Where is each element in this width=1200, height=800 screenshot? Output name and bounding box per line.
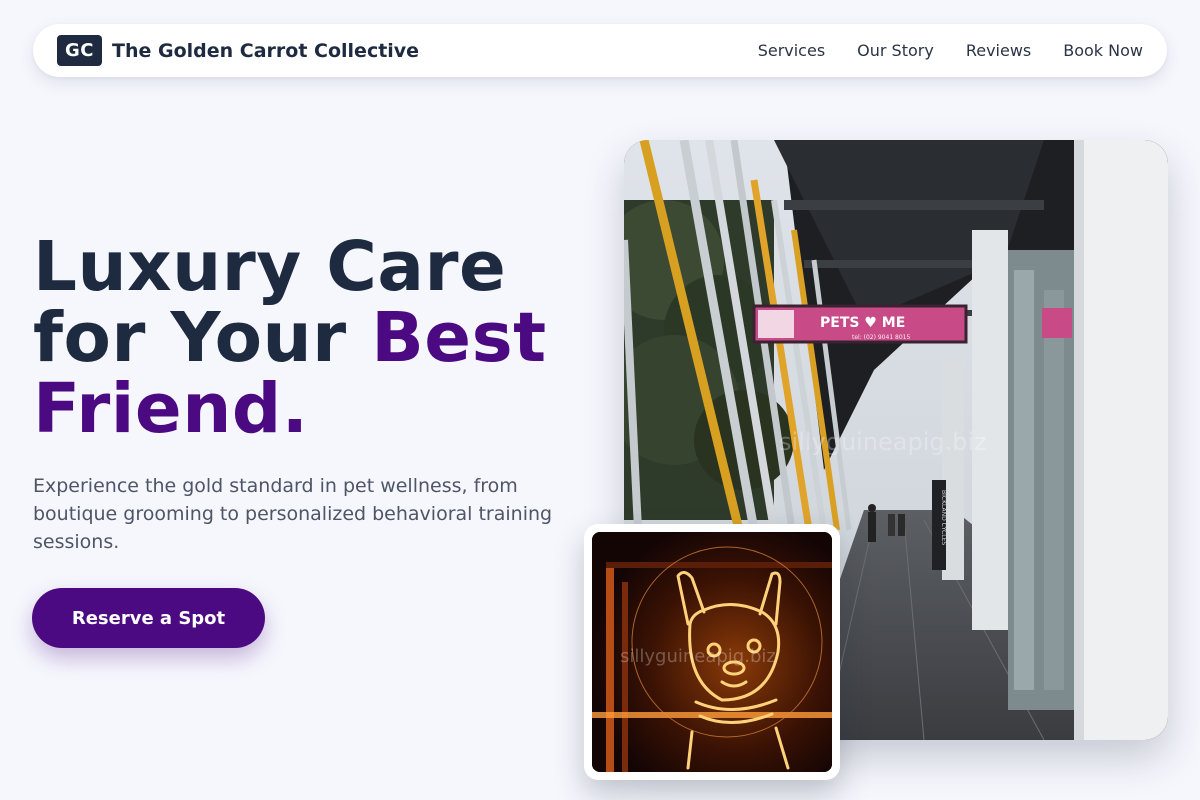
hero-title-accent-friend: Friend.: [33, 369, 309, 449]
inset-photo-watermark: sillyguineapig.biz: [620, 646, 776, 667]
hero-title-line2: for Your: [33, 298, 372, 378]
nav-link-book-now[interactable]: Book Now: [1063, 41, 1143, 60]
nav-link-reviews[interactable]: Reviews: [966, 41, 1031, 60]
hero-title: Luxury Care for Your Best Friend.: [33, 232, 593, 445]
top-nav: GC The Golden Carrot Collective Services…: [33, 24, 1167, 77]
hero-title-line1: Luxury Care: [33, 227, 507, 307]
shop-sign-text: PETS ♥ ME: [820, 315, 905, 331]
nav-links: Services Our Story Reviews Book Now: [758, 41, 1143, 60]
nav-link-services[interactable]: Services: [758, 41, 825, 60]
side-sign-text: BICKLAND CYCLES: [940, 490, 947, 545]
hero-title-accent-best: Best: [371, 298, 547, 378]
shop-sign-phone: tel: (02) 9041 8015: [852, 334, 910, 341]
reserve-spot-button[interactable]: Reserve a Spot: [32, 588, 265, 648]
neon-dog-photo-frame: sillyguineapig.biz: [584, 524, 840, 780]
nav-link-our-story[interactable]: Our Story: [857, 41, 934, 60]
hero-subtitle: Experience the gold standard in pet well…: [33, 475, 553, 553]
brand[interactable]: GC The Golden Carrot Collective: [57, 35, 419, 66]
main-photo-watermark: sillyguineapig.biz: [779, 428, 987, 456]
neon-dog-photo: sillyguineapig.biz: [592, 532, 832, 772]
brand-name: The Golden Carrot Collective: [112, 39, 420, 62]
logo-mark: GC: [57, 35, 102, 66]
neon-dog-art: sillyguineapig.biz: [592, 532, 832, 772]
